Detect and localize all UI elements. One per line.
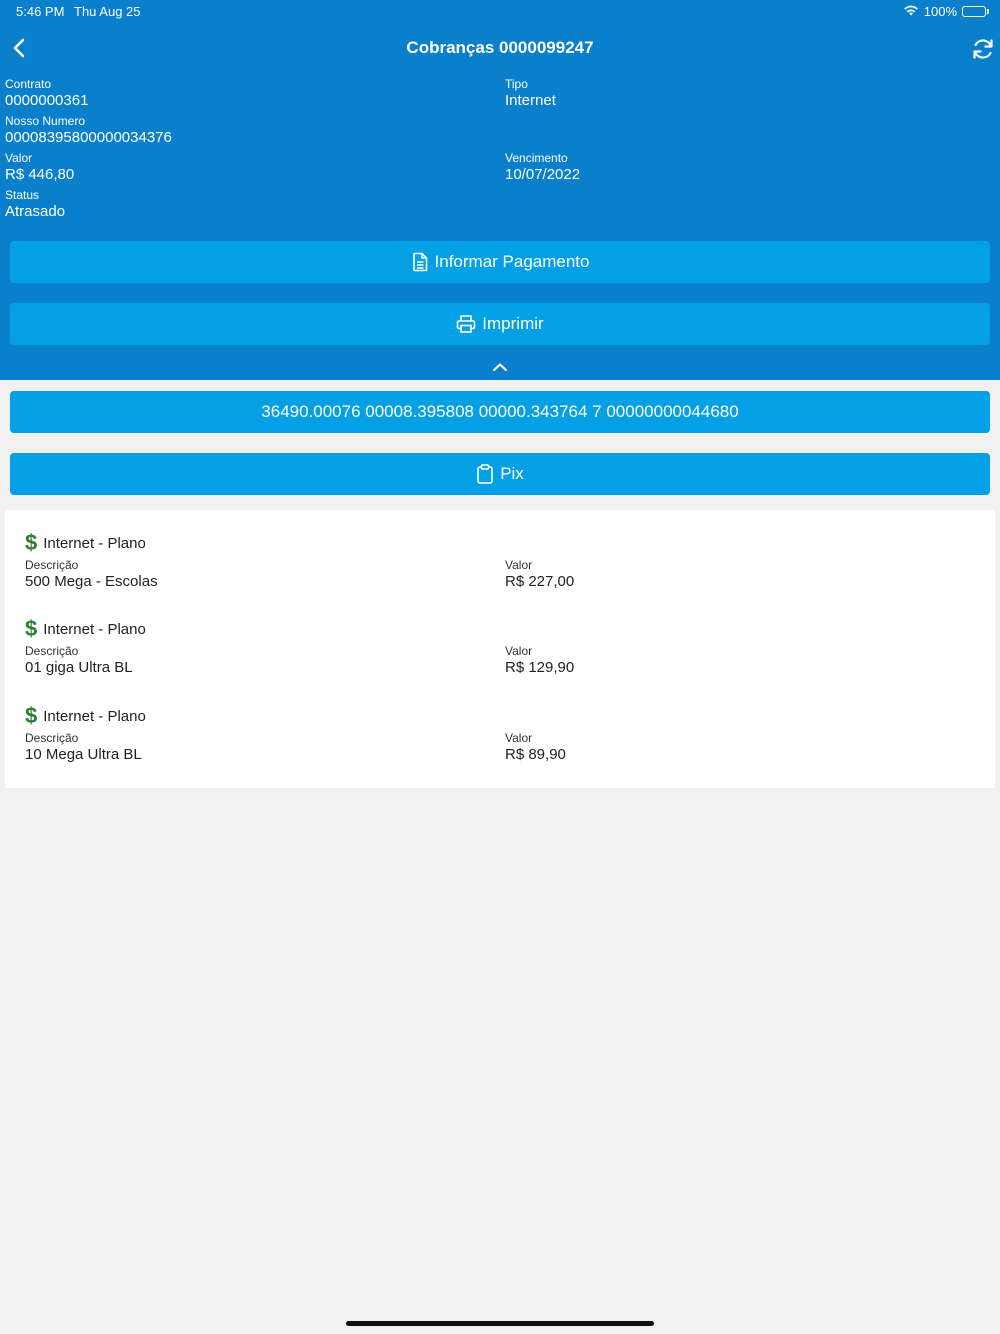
battery-percent: 100% (923, 4, 957, 19)
refresh-icon (973, 39, 993, 59)
item-valor-label: Valor (505, 644, 533, 658)
item-descricao-value: 10 Mega Ultra BL (25, 746, 142, 763)
dollar-icon: $ (25, 703, 38, 728)
item-title: Internet - Plano (43, 620, 146, 638)
item-valor-label: Valor (505, 558, 533, 572)
valor-label: Valor (5, 151, 33, 165)
item-descricao: Descrição 500 Mega - Escolas (25, 558, 158, 591)
item-valor-value: R$ 89,90 (505, 746, 566, 763)
page-title: Cobranças 0000099247 (406, 38, 594, 57)
contrato-field: Contrato 0000000361 (5, 77, 88, 110)
item-header: $ Internet - Plano (25, 532, 146, 554)
nosso-numero-label: Nosso Numero (5, 114, 86, 128)
item-valor: Valor R$ 129,90 (505, 644, 574, 677)
item-valor-value: R$ 129,90 (505, 659, 575, 676)
list-item: $ Internet - Plano Descrição 10 Mega Ult… (5, 705, 995, 785)
printer-icon (456, 315, 476, 333)
nosso-numero-field: Nosso Numero 00008395800000034376 (5, 114, 172, 147)
contrato-value: 0000000361 (5, 92, 89, 109)
header: 5:46 PM Thu Aug 25 100% Cobranças 000009… (0, 0, 1000, 380)
item-valor: Valor R$ 227,00 (505, 558, 574, 591)
item-descricao-value: 500 Mega - Escolas (25, 573, 158, 590)
chevron-up-icon[interactable] (490, 360, 510, 374)
status-date: Thu Aug 25 (74, 4, 141, 19)
item-header: $ Internet - Plano (25, 618, 146, 640)
informar-pagamento-button[interactable]: Informar Pagamento (10, 241, 990, 283)
items-list: $ Internet - Plano Descrição 500 Mega - … (5, 510, 995, 788)
pix-button[interactable]: Pix (10, 453, 990, 495)
battery-icon (962, 6, 989, 17)
dollar-icon: $ (25, 616, 38, 641)
vencimento-label: Vencimento (505, 151, 568, 165)
wifi-icon (903, 4, 919, 19)
item-valor-value: R$ 227,00 (505, 573, 575, 590)
item-descricao-label: Descrição (25, 644, 79, 658)
contrato-label: Contrato (5, 77, 52, 91)
status-time: 5:46 PM (16, 4, 65, 19)
item-title: Internet - Plano (43, 534, 146, 552)
dollar-icon: $ (25, 530, 38, 555)
item-valor-label: Valor (505, 731, 533, 745)
item-title: Internet - Plano (43, 707, 146, 725)
item-header: $ Internet - Plano (25, 705, 146, 727)
status-value: Atrasado (5, 203, 66, 220)
imprimir-button[interactable]: Imprimir (10, 303, 990, 345)
tipo-value: Internet (505, 92, 556, 109)
barcode-label: 36490.00076 00008.395808 00000.343764 7 … (261, 402, 739, 421)
pix-label: Pix (500, 464, 524, 483)
tipo-field: Tipo Internet (505, 77, 556, 110)
status-field: Status Atrasado (5, 188, 65, 221)
barcode-button[interactable]: 36490.00076 00008.395808 00000.343764 7 … (10, 391, 990, 433)
informar-pagamento-label: Informar Pagamento (434, 252, 590, 271)
item-descricao-value: 01 giga Ultra BL (25, 659, 133, 676)
refresh-button[interactable] (970, 36, 996, 62)
valor-field: Valor R$ 446,80 (5, 151, 74, 184)
home-indicator[interactable] (346, 1321, 654, 1326)
item-descricao-label: Descrição (25, 731, 79, 745)
list-item: $ Internet - Plano Descrição 500 Mega - … (5, 532, 995, 612)
tipo-label: Tipo (505, 77, 528, 91)
document-icon (412, 252, 427, 272)
status-indicators: 100% (903, 4, 989, 19)
item-descricao: Descrição 01 giga Ultra BL (25, 644, 133, 677)
status-bar: 5:46 PM Thu Aug 25 100% (0, 0, 1000, 24)
list-item: $ Internet - Plano Descrição 01 giga Ult… (5, 618, 995, 698)
nosso-numero-value: 00008395800000034376 (5, 129, 172, 146)
vencimento-field: Vencimento 10/07/2022 (505, 151, 580, 184)
vencimento-value: 10/07/2022 (505, 166, 581, 183)
item-valor: Valor R$ 89,90 (505, 731, 566, 764)
clipboard-icon (477, 464, 493, 484)
item-descricao-label: Descrição (25, 558, 79, 572)
status-label: Status (5, 188, 40, 202)
valor-value: R$ 446,80 (5, 166, 75, 183)
item-descricao: Descrição 10 Mega Ultra BL (25, 731, 142, 764)
imprimir-label: Imprimir (482, 314, 544, 333)
